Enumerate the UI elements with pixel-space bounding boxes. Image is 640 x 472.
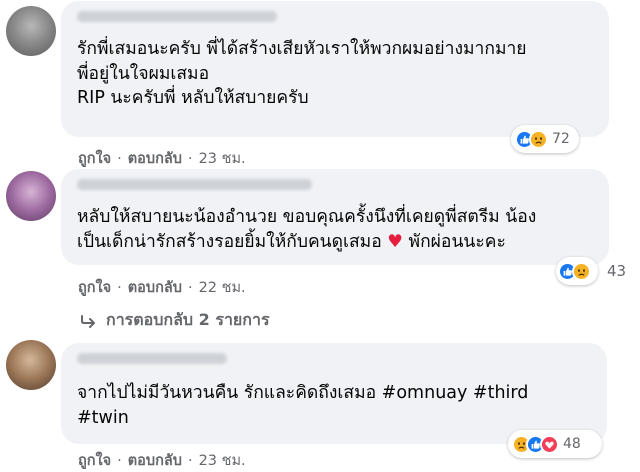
heart-emoji-icon: ♥ (387, 231, 403, 252)
like-link[interactable]: ถูกใจ (78, 151, 111, 167)
comment-actions: ถูกใจ · ตอบกลับ · 23 ชม. (78, 449, 246, 472)
timestamp[interactable]: 22 ชม. (199, 280, 246, 296)
comment-line: เป็นเด็กน่ารักสร้างรอยยิ้มให้กับคนดูเสมอ… (77, 231, 506, 252)
separator: · (187, 151, 193, 167)
love-icon (540, 434, 559, 454)
reaction-summary[interactable]: 72 (511, 125, 579, 153)
avatar[interactable] (6, 340, 56, 390)
comment-line: รักพี่เสมอนะครับ พี่ได้สร้างเสียหัวเราให… (77, 39, 527, 59)
like-link[interactable]: ถูกใจ (78, 280, 111, 296)
reaction-count: 48 (563, 436, 581, 452)
comment-bubble: หลับให้สบายนะน้องอำนวย ขอบคุณครั้งนึงที่… (61, 169, 609, 265)
comment-text: จากไปไม่มีวันหวนคืน รักและคิดถึงเสมอ #om… (77, 381, 528, 430)
comment-bubble: รักพี่เสมอนะครับ พี่ได้สร้างเสียหัวเราให… (61, 1, 609, 137)
comment-line: หลับให้สบายนะน้องอำนวย ขอบคุณครั้งนึงที่… (77, 207, 537, 227)
separator: · (187, 453, 193, 469)
separator: · (117, 280, 122, 296)
reply-link[interactable]: ตอบกลับ (128, 453, 182, 469)
sad-icon (572, 261, 591, 281)
comment-line: #twin (77, 407, 129, 428)
author-name-redacted[interactable] (77, 179, 312, 190)
comment-text: หลับให้สบายนะน้องอำนวย ขอบคุณครั้งนึงที่… (77, 205, 536, 254)
comment-line: RIP นะครับพี่ หลับให้สบายครับ (77, 88, 309, 108)
reaction-summary[interactable] (556, 257, 598, 285)
reaction-count: 72 (552, 131, 570, 147)
reply-link[interactable]: ตอบกลับ (128, 151, 182, 167)
author-name-redacted[interactable] (77, 11, 277, 22)
comment-line: จากไปไม่มีวันหวนคืน รักและคิดถึงเสมอ #om… (77, 383, 529, 403)
comment-actions: ถูกใจ · ตอบกลับ · 23 ชม. (78, 147, 246, 170)
timestamp[interactable]: 23 ชม. (199, 151, 246, 167)
comment-line: พี่อยู่ในใจผมเสมอ (77, 63, 210, 84)
author-name-redacted[interactable] (77, 353, 227, 364)
comment-bubble: จากไปไม่มีวันหวนคืน รักและคิดถึงเสมอ #om… (61, 343, 607, 444)
avatar[interactable] (6, 171, 56, 221)
reaction-count[interactable]: 43 (607, 262, 626, 280)
avatar[interactable] (6, 6, 56, 56)
separator: · (117, 453, 122, 469)
sad-icon (529, 129, 548, 149)
reaction-summary[interactable]: 48 (508, 430, 602, 458)
view-replies-label: การตอบกลับ 2 รายการ (106, 310, 270, 329)
timestamp[interactable]: 23 ชม. (199, 453, 246, 469)
comment-text: รักพี่เสมอนะครับ พี่ได้สร้างเสียหัวเราให… (77, 37, 527, 111)
reply-link[interactable]: ตอบกลับ (128, 280, 182, 296)
comment-actions: ถูกใจ · ตอบกลับ · 22 ชม. (78, 276, 246, 299)
view-replies-link[interactable]: การตอบกลับ 2 รายการ (80, 308, 270, 333)
reply-arrow-icon (81, 314, 95, 328)
separator: · (187, 280, 193, 296)
like-link[interactable]: ถูกใจ (78, 453, 111, 469)
separator: · (117, 151, 122, 167)
